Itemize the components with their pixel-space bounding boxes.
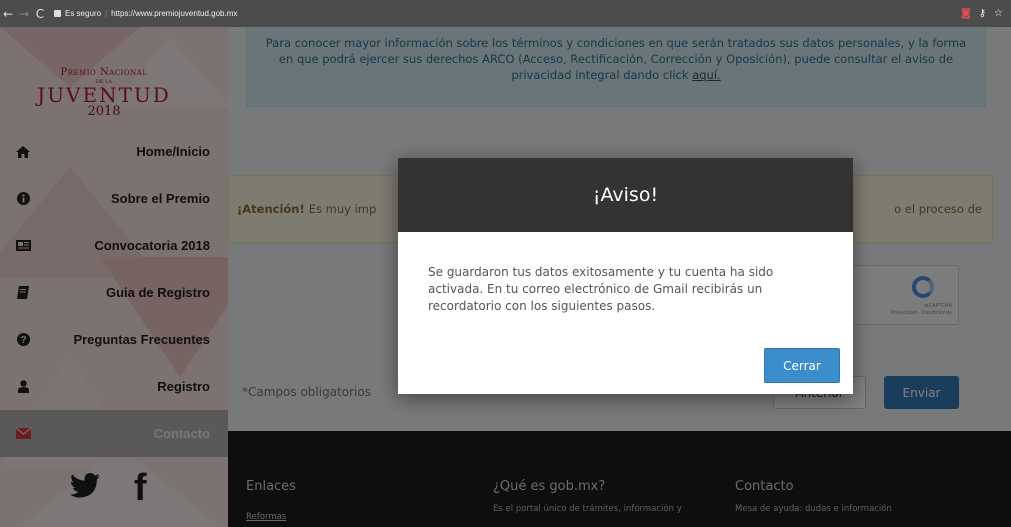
back-icon[interactable]: ←: [0, 7, 16, 21]
lock-icon: [54, 10, 61, 17]
forward-icon[interactable]: →: [16, 7, 32, 21]
star-icon[interactable]: ☆: [994, 8, 1003, 19]
modal-message: Se guardaron tus datos exitosamente y tu…: [428, 265, 774, 313]
extension-icon[interactable]: ◙: [961, 8, 971, 19]
modal-title: ¡Aviso!: [592, 184, 659, 206]
browser-toolbar: ← → C Es seguro | https://www.premiojuve…: [0, 0, 1011, 27]
url-text: https://www.premiojuventud.gob.mx: [111, 9, 238, 18]
address-bar[interactable]: Es seguro | https://www.premiojuventud.g…: [54, 4, 961, 23]
reload-icon[interactable]: C: [32, 7, 48, 21]
close-button[interactable]: Cerrar: [764, 348, 840, 383]
key-icon[interactable]: ⚷: [979, 8, 986, 19]
secure-label: Es seguro: [65, 9, 102, 18]
modal-header: ¡Aviso!: [398, 158, 853, 232]
notice-modal: ¡Aviso! Se guardaron tus datos exitosame…: [398, 158, 853, 394]
address-separator: |: [105, 9, 108, 18]
